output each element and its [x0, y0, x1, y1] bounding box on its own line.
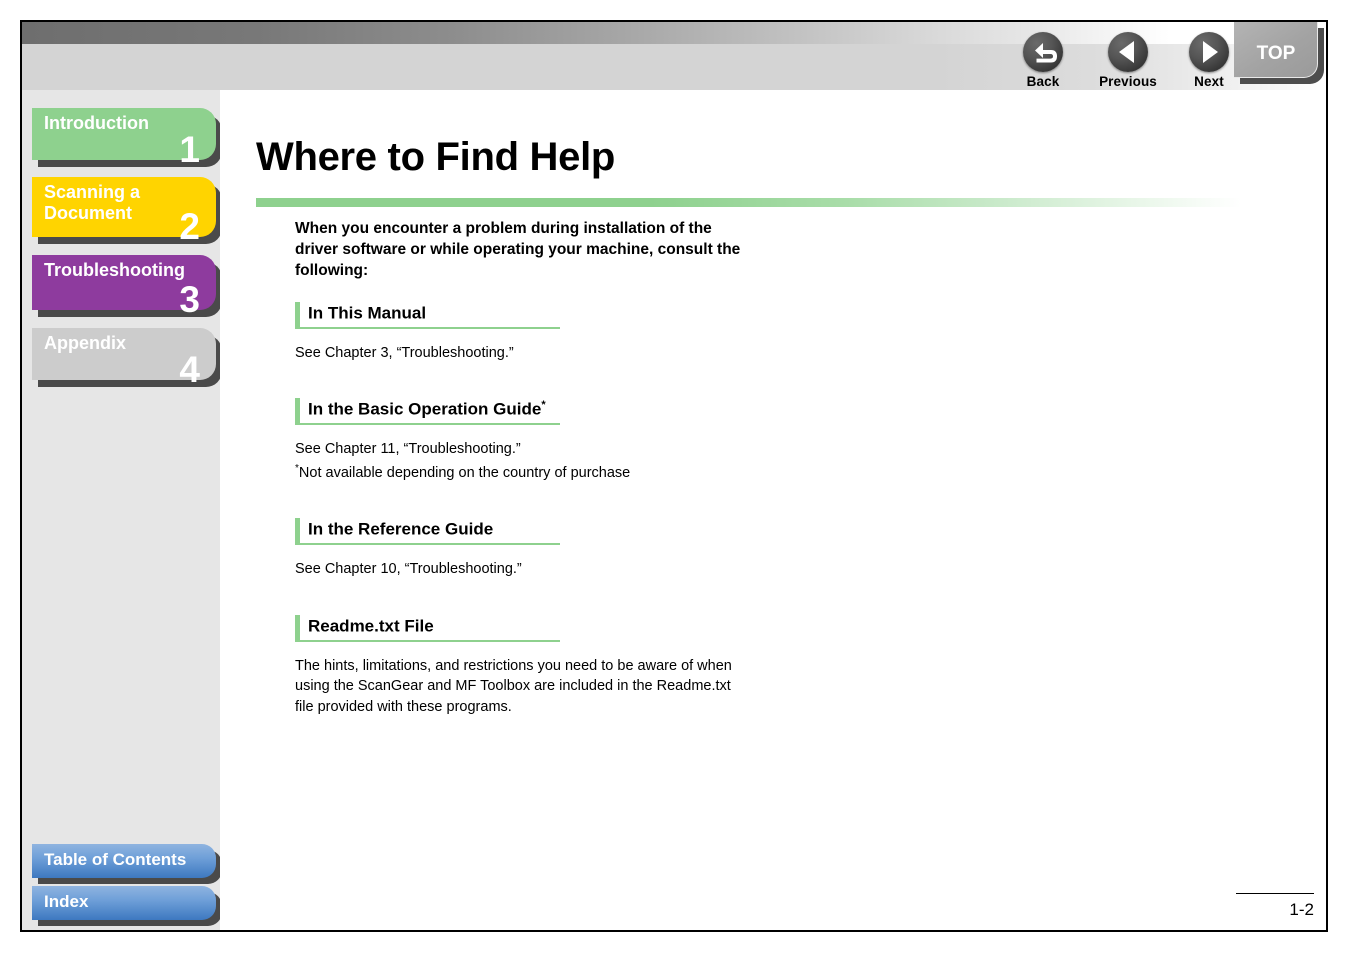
- section-body-text: The hints, limitations, and restrictions…: [295, 657, 732, 715]
- intro-paragraph: When you encounter a problem during inst…: [295, 220, 741, 279]
- sidebar-item-label: Introduction: [44, 113, 149, 133]
- section-heading: In This Manual: [295, 302, 560, 329]
- section-body: See Chapter 3, “Troubleshooting.”: [295, 343, 995, 364]
- sidebar-item-scanning-a-document[interactable]: Scanning a Document 2: [32, 177, 222, 245]
- section-heading-text: In the Basic Operation Guide: [308, 399, 542, 419]
- section-heading-text: In This Manual: [308, 303, 427, 323]
- top-button[interactable]: TOP: [1234, 22, 1324, 84]
- section-heading: In the Basic Operation Guide*: [295, 398, 560, 425]
- section-readme-txt-file: Readme.txt File The hints, limitations, …: [295, 615, 995, 717]
- section-body: See Chapter 10, “Troubleshooting.”: [295, 559, 995, 580]
- left-triangle-icon: [1108, 32, 1148, 72]
- section-body: The hints, limitations, and restrictions…: [295, 656, 745, 718]
- sidebar: Introduction 1 Scanning a Document 2 Tro…: [22, 90, 222, 930]
- title-underline-rule: [256, 198, 1241, 207]
- document-page-frame: Back Previous Next TOP Introduction 1 Sc…: [20, 20, 1328, 932]
- section-footnote-text: Not available depending on the country o…: [298, 464, 631, 481]
- section-body-text: See Chapter 11, “Troubleshooting.”: [295, 440, 521, 457]
- back-button-label: Back: [1026, 74, 1060, 89]
- section-body: See Chapter 11, “Troubleshooting.” *Not …: [295, 439, 995, 484]
- sidebar-item-troubleshooting[interactable]: Troubleshooting 3: [32, 255, 222, 318]
- sidebar-item-number: 1: [179, 129, 200, 170]
- footer-rule: [1236, 892, 1314, 894]
- top-button-label: TOP: [1256, 43, 1296, 64]
- section-body-text: See Chapter 3, “Troubleshooting.”: [295, 344, 514, 361]
- section-body-text: See Chapter 10, “Troubleshooting.”: [295, 560, 522, 577]
- sidebar-item-table-of-contents[interactable]: Table of Contents: [32, 844, 222, 884]
- section-heading-text: Readme.txt File: [308, 616, 434, 636]
- sidebar-item-introduction[interactable]: Introduction 1: [32, 108, 222, 168]
- sidebar-item-number: 3: [179, 279, 200, 320]
- sidebar-item-index[interactable]: Index: [32, 886, 222, 926]
- section-in-this-manual: In This Manual See Chapter 3, “Troublesh…: [295, 302, 995, 363]
- page-number: 1-2: [1289, 900, 1314, 919]
- section-heading-superscript: *: [541, 399, 546, 411]
- page-header: Back Previous Next TOP: [22, 22, 1326, 90]
- right-triangle-icon: [1189, 32, 1229, 72]
- sidebar-item-label: Index: [44, 892, 89, 911]
- previous-button-label: Previous: [1099, 74, 1157, 89]
- page-title: Where to Find Help: [256, 135, 616, 179]
- section-footnote: *Not available depending on the country …: [295, 459, 995, 483]
- section-heading: Readme.txt File: [295, 615, 560, 642]
- sidebar-item-label: Troubleshooting: [44, 260, 185, 280]
- sidebar-item-label: Scanning a Document: [44, 182, 141, 223]
- section-heading-text: In the Reference Guide: [308, 519, 494, 539]
- section-in-the-reference-guide: In the Reference Guide See Chapter 10, “…: [295, 518, 995, 579]
- sidebar-item-label: Table of Contents: [44, 850, 187, 869]
- main-content: Where to Find Help When you encounter a …: [220, 90, 1326, 930]
- previous-button[interactable]: Previous: [1091, 32, 1165, 89]
- section-heading: In the Reference Guide: [295, 518, 560, 545]
- sidebar-item-number: 2: [179, 206, 200, 247]
- section-in-the-basic-operation-guide: In the Basic Operation Guide* See Chapte…: [295, 398, 995, 483]
- back-button[interactable]: Back: [1006, 32, 1080, 89]
- sidebar-item-label: Appendix: [44, 333, 127, 353]
- sidebar-item-appendix[interactable]: Appendix 4: [32, 328, 222, 388]
- sidebar-item-number: 4: [179, 349, 200, 390]
- back-arrow-icon: [1023, 32, 1063, 72]
